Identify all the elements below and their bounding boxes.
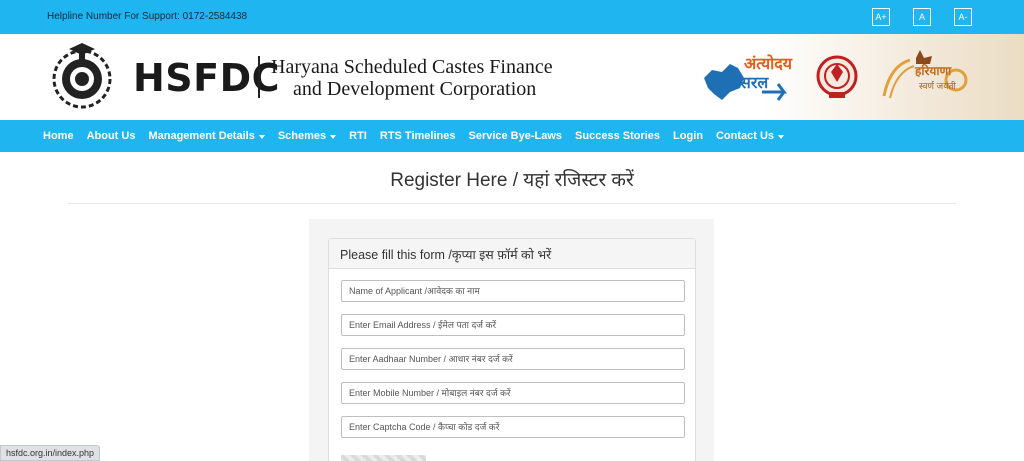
font-size-controls: A+ A A- [849,8,972,26]
top-bar: Helpline Number For Support: 0172-258443… [0,0,1024,34]
haryana-seal-icon[interactable] [815,48,859,104]
nav-home[interactable]: Home [43,130,74,142]
nav-rts-timelines[interactable]: RTS Timelines [380,130,456,142]
email-input[interactable] [341,314,685,336]
caret-down-icon [330,134,337,139]
nav-service-bye-laws[interactable]: Service Bye-Laws [468,130,562,142]
swarn-text-jayanti: स्वर्ण जयंती [919,81,956,91]
helpline-text: Helpline Number For Support: 0172-258443… [47,11,248,22]
swarn-text-haryana: हरियाणा [915,64,952,78]
caret-down-icon [258,134,265,139]
nav-schemes[interactable]: Schemes [278,130,337,142]
nav-management-details[interactable]: Management Details [148,130,265,142]
caret-down-icon [778,134,785,139]
font-decrease-button[interactable]: A- [954,8,972,26]
site-header: HSFDC Haryana Scheduled Castes Finance a… [0,34,1024,120]
page-title: Register Here / यहां रजिस्टर करें [390,170,634,191]
nav-login[interactable]: Login [673,130,703,142]
form-heading: Please fill this form /कृप्या इस फ़ॉर्म … [329,239,695,269]
title-divider [68,203,956,204]
org-name-line1: Haryana Scheduled Castes Finance [271,56,553,78]
org-name-line2: and Development Corporation [293,78,537,100]
browser-status-url: hsfdc.org.in/index.php [0,445,101,461]
aadhaar-input[interactable] [341,348,685,370]
font-increase-button[interactable]: A+ [872,8,890,26]
captcha-image [341,455,426,461]
brand-divider [258,56,260,98]
captcha-input[interactable] [341,416,685,438]
nav-rti[interactable]: RTI [349,130,367,142]
nav-success-stories[interactable]: Success Stories [575,130,660,142]
nav-about-us[interactable]: About Us [87,130,136,142]
hsfdc-emblem-icon[interactable] [43,41,121,113]
main-navigation: Home About Us Management Details Schemes… [0,120,1024,152]
font-normal-button[interactable]: A [913,8,931,26]
saral-text: सरल [740,75,769,92]
registration-form-panel: Please fill this form /कृप्या इस फ़ॉर्म … [328,238,696,461]
applicant-name-input[interactable] [341,280,685,302]
nav-contact-us[interactable]: Contact Us [716,130,785,142]
mobile-input[interactable] [341,382,685,404]
